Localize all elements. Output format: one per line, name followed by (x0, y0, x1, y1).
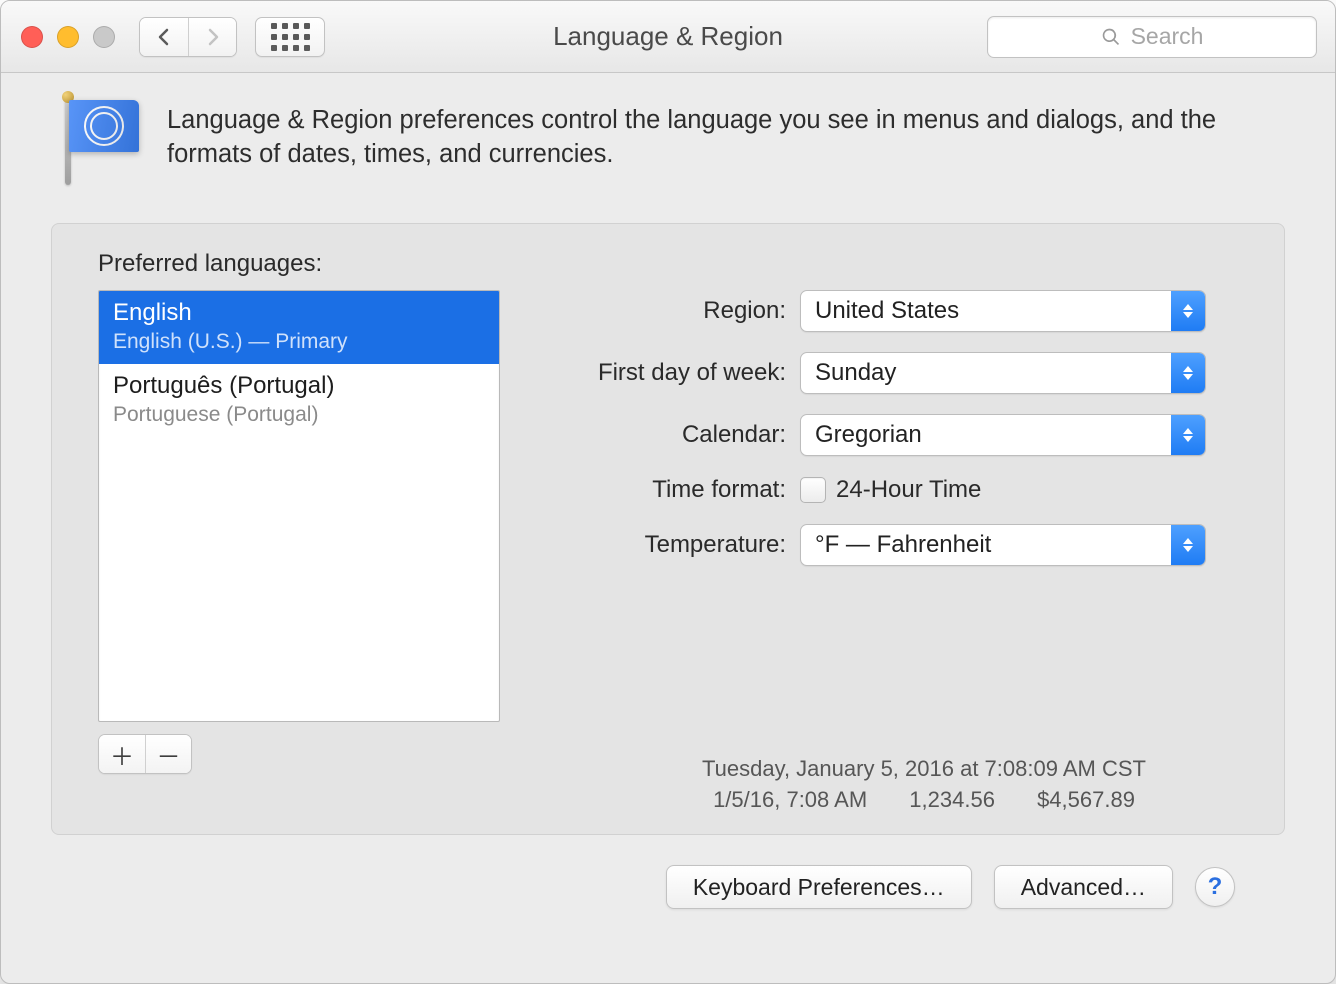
calendar-label: Calendar: (536, 421, 786, 449)
content-area: Language & Region preferences control th… (1, 73, 1335, 909)
chevron-left-icon (156, 28, 172, 46)
time-format-label: Time format: (536, 476, 786, 504)
nav-button-group (139, 17, 237, 57)
help-button[interactable]: ? (1195, 867, 1235, 907)
language-subtitle: English (U.S.) — Primary (113, 330, 485, 354)
calendar-value: Gregorian (801, 421, 1171, 449)
language-region-icon (51, 97, 139, 189)
close-window-button[interactable] (21, 26, 43, 48)
bottom-button-row: Keyboard Preferences… Advanced… ? (51, 835, 1285, 909)
search-icon (1101, 27, 1121, 47)
temperature-value: °F — Fahrenheit (801, 531, 1171, 559)
show-all-button[interactable] (255, 17, 325, 57)
temperature-label: Temperature: (536, 531, 786, 559)
region-popup[interactable]: United States (800, 290, 1206, 332)
search-placeholder: Search (1131, 23, 1204, 50)
add-remove-group: ＋ － (98, 734, 192, 774)
region-settings: Region: United States First day of week:… (536, 250, 1254, 810)
back-button[interactable] (140, 18, 188, 56)
preview-long-date: Tuesday, January 5, 2016 at 7:08:09 AM C… (624, 754, 1224, 785)
language-name: Português (Portugal) (113, 372, 485, 400)
preferences-window: Language & Region Search Language & Regi… (0, 0, 1336, 984)
preview-currency: $4,567.89 (1037, 787, 1135, 812)
time-format-checkbox-label: 24-Hour Time (836, 476, 981, 504)
temperature-popup[interactable]: °F — Fahrenheit (800, 524, 1206, 566)
traffic-lights (21, 26, 115, 48)
forward-button[interactable] (188, 18, 236, 56)
preferred-languages-label: Preferred languages: (98, 250, 500, 278)
grid-icon (271, 23, 310, 51)
first-day-label: First day of week: (536, 359, 786, 387)
remove-language-button[interactable]: － (145, 735, 191, 773)
minimize-window-button[interactable] (57, 26, 79, 48)
language-name: English (113, 299, 485, 327)
time-format-checkbox[interactable] (800, 477, 826, 503)
calendar-popup[interactable]: Gregorian (800, 414, 1206, 456)
format-preview: Tuesday, January 5, 2016 at 7:08:09 AM C… (624, 754, 1224, 816)
region-value: United States (801, 297, 1171, 325)
language-item-english[interactable]: English English (U.S.) — Primary (99, 291, 499, 364)
updown-stepper-icon (1171, 525, 1205, 565)
first-day-value: Sunday (801, 359, 1171, 387)
window-title: Language & Region (553, 21, 783, 52)
preview-short-date: 1/5/16, 7:08 AM (713, 787, 867, 812)
zoom-window-button (93, 26, 115, 48)
chevron-right-icon (205, 28, 221, 46)
keyboard-preferences-button[interactable]: Keyboard Preferences… (666, 865, 972, 909)
updown-stepper-icon (1171, 353, 1205, 393)
language-subtitle: Portuguese (Portugal) (113, 403, 485, 427)
advanced-button[interactable]: Advanced… (994, 865, 1173, 909)
updown-stepper-icon (1171, 415, 1205, 455)
minus-icon: － (157, 737, 181, 772)
pane-description: Language & Region preferences control th… (167, 97, 1217, 172)
help-icon: ? (1208, 873, 1223, 901)
region-label: Region: (536, 297, 786, 325)
language-item-portuguese[interactable]: Português (Portugal) Portuguese (Portuga… (99, 364, 499, 437)
titlebar: Language & Region Search (1, 1, 1335, 73)
settings-panel: Preferred languages: English English (U.… (51, 223, 1285, 835)
updown-stepper-icon (1171, 291, 1205, 331)
plus-icon: ＋ (110, 737, 134, 772)
first-day-popup[interactable]: Sunday (800, 352, 1206, 394)
header-row: Language & Region preferences control th… (51, 97, 1285, 189)
search-field[interactable]: Search (987, 16, 1317, 58)
preview-number: 1,234.56 (909, 787, 995, 812)
add-language-button[interactable]: ＋ (99, 735, 145, 773)
language-list[interactable]: English English (U.S.) — Primary Portugu… (98, 290, 500, 722)
preferred-languages-section: Preferred languages: English English (U.… (98, 250, 500, 810)
